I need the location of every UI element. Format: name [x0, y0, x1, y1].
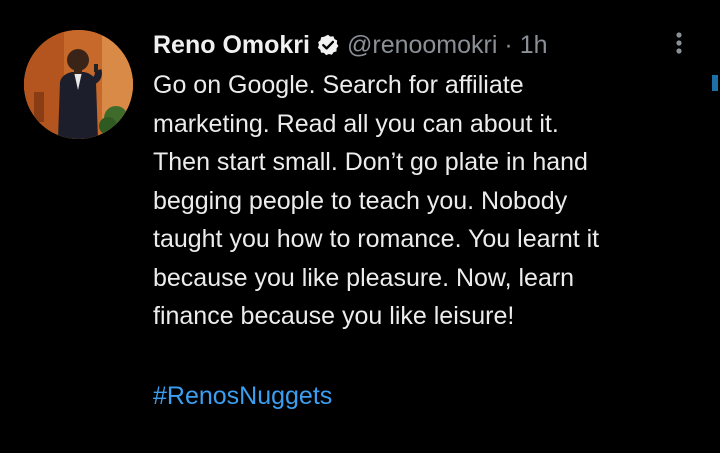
tweet-body-line: because you like pleasure. Now, learn: [153, 263, 575, 292]
author-name[interactable]: Reno Omokri: [153, 31, 310, 60]
more-options-button[interactable]: [670, 30, 688, 58]
tweet-body-line: finance because you like leisure!: [153, 302, 515, 330]
header-separator: ·: [504, 30, 513, 59]
tweet-body: Go on Google. Search for affiliate marke…: [153, 66, 713, 336]
tweet-body-line: begging people to teach you. Nobody: [153, 186, 568, 215]
verified-badge-icon: [317, 34, 339, 56]
tweet-body-line: Then start small. Don’t go plate in hand: [153, 148, 588, 176]
author-handle[interactable]: @renoomokri: [347, 31, 497, 60]
more-vertical-icon: [676, 32, 682, 54]
tweet-header: Reno Omokri @renoomokri · 1h: [153, 28, 548, 62]
tweet-timestamp[interactable]: 1h: [520, 31, 548, 60]
hashtag-link[interactable]: #RenosNuggets: [153, 377, 332, 415]
tweet-body-line: marketing. Read all you can about it.: [153, 109, 559, 138]
tweet-body-line: Go on Google. Search for affiliate: [153, 71, 524, 99]
profile-photo-icon: [24, 30, 133, 139]
tweet-body-line: taught you how to romance. You learnt it: [153, 225, 600, 253]
tweet[interactable]: Reno Omokri @renoomokri · 1h Go on Googl…: [0, 0, 720, 453]
avatar[interactable]: [24, 30, 133, 139]
